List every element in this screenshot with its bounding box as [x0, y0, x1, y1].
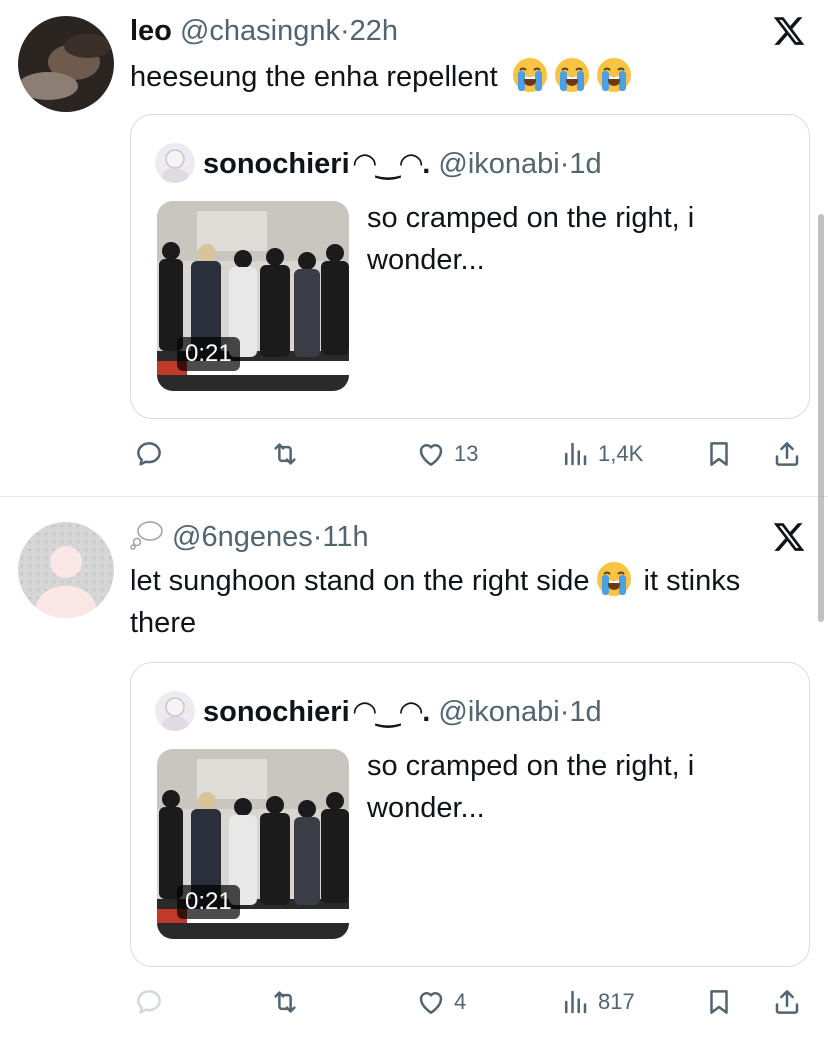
- like-button[interactable]: 4: [416, 982, 466, 1022]
- quoted-display-name[interactable]: sonochieri: [203, 696, 350, 728]
- timestamp[interactable]: 22h: [350, 15, 398, 47]
- share-button[interactable]: [772, 434, 802, 474]
- share-icon: [772, 439, 802, 469]
- tweet[interactable]: leo @chasingnk·22h heeseung the enha rep…: [0, 0, 828, 497]
- action-bar: 4 817: [130, 982, 810, 1022]
- bookmark-icon: [704, 987, 734, 1017]
- quoted-timestamp[interactable]: 1d: [569, 696, 601, 728]
- reply-button[interactable]: [134, 434, 164, 474]
- loudly-crying-face-icon: [554, 57, 590, 93]
- scrollbar[interactable]: [818, 214, 824, 622]
- repost-icon: [270, 439, 300, 469]
- quoted-tweet-text: so cramped on the right, i wonder...: [367, 750, 695, 824]
- x-logo-icon: [772, 14, 806, 48]
- share-icon: [772, 987, 802, 1017]
- like-count: 13: [454, 441, 479, 466]
- views-icon: [560, 987, 590, 1017]
- tweet-text: let sunghoon stand on the right side it …: [130, 560, 750, 644]
- view-count: 1,4K: [598, 441, 644, 466]
- tweet-header: @6ngenes·11h: [130, 520, 369, 554]
- loudly-crying-face-icon: [512, 57, 548, 93]
- views-icon: [560, 439, 590, 469]
- video-thumbnail[interactable]: 0:21: [157, 749, 349, 939]
- separator: ·: [340, 15, 350, 47]
- reply-icon: [134, 987, 164, 1017]
- reply-button[interactable]: [134, 982, 164, 1022]
- thought-balloon-icon: [130, 521, 163, 550]
- tweet-text-content: let sunghoon stand on the right side: [130, 565, 590, 597]
- display-name[interactable]: leo: [130, 15, 172, 47]
- quoted-display-name[interactable]: sonochieri: [203, 148, 350, 180]
- heart-icon: [416, 987, 446, 1017]
- repost-button[interactable]: [270, 982, 300, 1022]
- repost-icon: [270, 987, 300, 1017]
- quoted-name-kaomoji: ◠‿◠.: [353, 148, 431, 180]
- avatar[interactable]: [18, 522, 114, 618]
- tweet[interactable]: @6ngenes·11h let sunghoon stand on the r…: [0, 498, 828, 1047]
- tweet-text: heeseung the enha repellent: [130, 56, 770, 98]
- video-duration: 0:21: [177, 337, 240, 371]
- bookmark-icon: [704, 439, 734, 469]
- quoted-tweet[interactable]: sonochieri ◠‿◠. @ikonabi·1d 0:21 so cramp…: [130, 662, 810, 967]
- quoted-tweet[interactable]: sonochieri ◠‿◠. @ikonabi·1d 0:21 so cramp…: [130, 114, 810, 419]
- quoted-tweet-text: so cramped on the right, i wonder...: [367, 202, 695, 276]
- avatar[interactable]: [18, 16, 114, 112]
- x-logo-icon: [772, 520, 806, 554]
- quoted-user-handle[interactable]: @ikonabi: [438, 148, 559, 180]
- bookmark-button[interactable]: [704, 434, 734, 474]
- repost-button[interactable]: [270, 434, 300, 474]
- video-thumbnail[interactable]: 0:21: [157, 201, 349, 391]
- quoted-name-kaomoji: ◠‿◠.: [353, 696, 431, 728]
- tweet-text-content: heeseung the enha repellent: [130, 61, 498, 93]
- action-bar: 13 1,4K: [130, 434, 810, 474]
- loudly-crying-face-icon: [596, 57, 632, 93]
- quoted-avatar[interactable]: [155, 143, 195, 183]
- heart-icon: [416, 439, 446, 469]
- tweet-header: leo @chasingnk·22h: [130, 14, 398, 48]
- user-handle[interactable]: @6ngenes: [172, 521, 313, 553]
- reply-icon: [134, 439, 164, 469]
- quoted-avatar[interactable]: [155, 691, 195, 731]
- quoted-timestamp[interactable]: 1d: [569, 148, 601, 180]
- separator: ·: [312, 521, 323, 553]
- quoted-tweet-header: sonochieri ◠‿◠. @ikonabi·1d: [155, 691, 602, 731]
- user-handle[interactable]: @chasingnk: [180, 15, 340, 47]
- views-button[interactable]: 817: [560, 982, 635, 1022]
- timestamp[interactable]: 11h: [322, 521, 368, 553]
- views-button[interactable]: 1,4K: [560, 434, 643, 474]
- separator: ·: [559, 696, 570, 728]
- view-count: 817: [598, 989, 635, 1014]
- video-duration: 0:21: [177, 885, 240, 919]
- bookmark-button[interactable]: [704, 982, 734, 1022]
- share-button[interactable]: [772, 982, 802, 1022]
- quoted-tweet-header: sonochieri ◠‿◠. @ikonabi·1d: [155, 143, 602, 183]
- quoted-user-handle[interactable]: @ikonabi: [438, 696, 559, 728]
- like-count: 4: [454, 989, 467, 1014]
- loudly-crying-face-icon: [596, 561, 632, 597]
- separator: ·: [559, 148, 570, 180]
- like-button[interactable]: 13: [416, 434, 478, 474]
